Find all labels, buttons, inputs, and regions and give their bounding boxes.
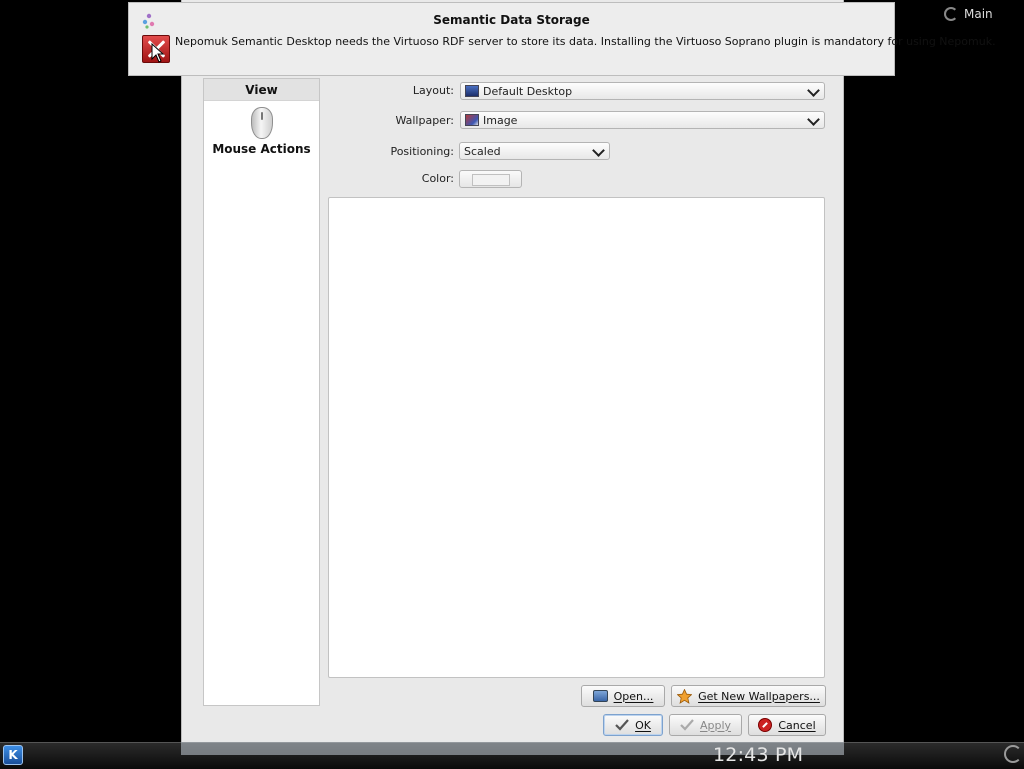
layout-select[interactable]: Default Desktop	[460, 82, 825, 100]
chevron-down-icon	[807, 84, 820, 97]
positioning-value: Scaled	[464, 144, 501, 158]
wallpaper-label: Wallpaper:	[395, 114, 454, 127]
star-icon	[677, 688, 693, 704]
check-icon	[615, 719, 629, 731]
activity-label: Main	[964, 7, 993, 21]
wallpaper-preview	[328, 197, 825, 678]
notification-popup[interactable]: Semantic Data Storage Nepomuk Semantic D…	[128, 2, 996, 76]
desktop-settings-dialog: View Mouse Actions Layout: Default Deskt…	[181, 0, 844, 754]
application-launcher-icon[interactable]: K	[3, 745, 23, 765]
positioning-label: Positioning:	[390, 145, 454, 158]
open-button[interactable]: Open...	[581, 685, 665, 707]
chevron-down-icon	[807, 113, 820, 126]
page-item-mouse-actions[interactable]: Mouse Actions	[204, 141, 319, 157]
notification-message: Nepomuk Semantic Desktop needs the Virtu…	[175, 35, 996, 48]
activity-icon	[944, 7, 958, 21]
cancel-icon	[758, 718, 773, 732]
wallpaper-select[interactable]: Image	[460, 111, 825, 129]
positioning-select[interactable]: Scaled	[459, 142, 610, 160]
activity-switcher[interactable]: Main	[944, 4, 993, 24]
chevron-down-icon	[592, 144, 605, 157]
ok-button[interactable]: OK	[603, 714, 663, 736]
cancel-button[interactable]: Cancel	[748, 714, 826, 736]
settings-page-list: View Mouse Actions	[203, 78, 320, 706]
clock[interactable]: 12:43 PM	[713, 744, 803, 766]
mouse-cursor-icon	[151, 43, 165, 63]
page-item-view[interactable]: View	[204, 79, 319, 101]
color-label: Color:	[421, 172, 454, 185]
notification-title: Semantic Data Storage	[433, 13, 590, 27]
desktop-layout-icon	[465, 85, 479, 97]
color-swatch	[472, 174, 510, 186]
mouse-icon[interactable]	[251, 107, 273, 139]
image-wallpaper-icon	[465, 114, 479, 126]
apply-button[interactable]: Apply	[669, 714, 742, 736]
get-new-wallpapers-button[interactable]: Get New Wallpapers...	[671, 685, 826, 707]
wallpaper-value: Image	[483, 113, 518, 127]
panel-toolbox-icon[interactable]	[1004, 745, 1022, 763]
open-folder-icon	[592, 690, 608, 702]
layout-label: Layout:	[412, 84, 454, 97]
layout-value: Default Desktop	[483, 84, 573, 98]
check-icon	[680, 719, 694, 731]
color-picker-button[interactable]	[459, 170, 522, 188]
